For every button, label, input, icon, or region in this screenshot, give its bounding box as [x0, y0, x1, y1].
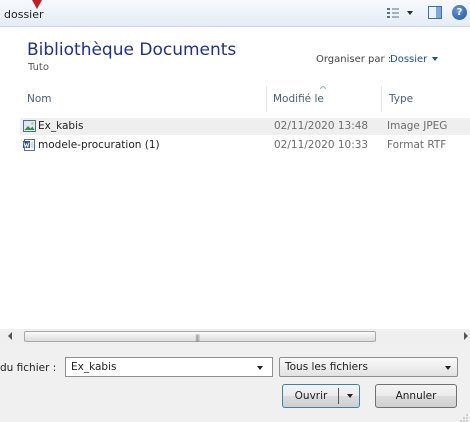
file-modified: 02/11/2020 10:33: [274, 139, 369, 151]
view-options-icon[interactable]: [387, 8, 399, 19]
filename-label: du fichier :: [0, 362, 57, 374]
arrange-dropdown-icon[interactable]: [432, 57, 438, 61]
column-divider[interactable]: [266, 86, 267, 112]
library-title: Bibliothèque Documents: [27, 40, 237, 60]
sort-indicator-icon: [320, 86, 326, 89]
file-name: modele-procuration (1): [38, 139, 160, 151]
toolbar: [0, 0, 470, 27]
filetype-dropdown-icon[interactable]: [445, 366, 451, 370]
scroll-left-icon[interactable]: [8, 332, 12, 340]
scroll-right-icon[interactable]: [464, 332, 468, 340]
image-file-icon: [23, 120, 36, 132]
cancel-button[interactable]: Annuler: [375, 384, 457, 408]
column-divider[interactable]: [381, 86, 382, 112]
filetype-select[interactable]: Tous les fichiers: [279, 357, 458, 377]
dialog-footer: du fichier : Ex_kabis Tous les fichiers …: [0, 344, 470, 422]
breadcrumb[interactable]: dossier: [4, 8, 44, 21]
open-button[interactable]: Ouvrir: [282, 384, 360, 408]
filename-input[interactable]: Ex_kabis: [65, 357, 273, 377]
filename-dropdown-icon[interactable]: [257, 366, 263, 370]
file-name: Ex_kabis: [38, 120, 84, 132]
preview-pane-icon[interactable]: [428, 6, 442, 19]
file-row[interactable]: Ex_kabis 02/11/2020 13:48 Image JPEG: [20, 118, 470, 135]
arrange-by-label: Organiser par :: [316, 54, 392, 65]
scrollbar-grip-icon: |||: [195, 334, 200, 342]
column-header-name[interactable]: Nom: [27, 93, 52, 105]
view-dropdown-icon[interactable]: [407, 11, 413, 15]
horizontal-scrollbar[interactable]: |||: [0, 329, 470, 344]
column-header-modified[interactable]: Modifié le: [273, 93, 324, 105]
word-document-icon: [23, 139, 35, 151]
resize-grip-icon[interactable]: [460, 414, 468, 422]
filename-value: Ex_kabis: [71, 361, 117, 373]
arrange-by-value[interactable]: Dossier: [390, 54, 427, 65]
file-type: Image JPEG: [387, 120, 448, 132]
open-dropdown-icon[interactable]: [347, 394, 353, 398]
library-subtitle: Tuto: [28, 62, 49, 73]
column-header-type[interactable]: Type: [389, 93, 413, 105]
split-button-divider: [338, 388, 339, 404]
file-type: Format RTF: [387, 139, 447, 151]
scrollbar-thumb[interactable]: |||: [24, 331, 376, 342]
filetype-value: Tous les fichiers: [285, 361, 368, 373]
file-row[interactable]: modele-procuration (1) 02/11/2020 10:33 …: [20, 137, 470, 154]
open-button-label: Ouvrir: [294, 390, 328, 402]
help-icon[interactable]: ?: [452, 5, 467, 20]
file-modified: 02/11/2020 13:48: [274, 120, 369, 132]
